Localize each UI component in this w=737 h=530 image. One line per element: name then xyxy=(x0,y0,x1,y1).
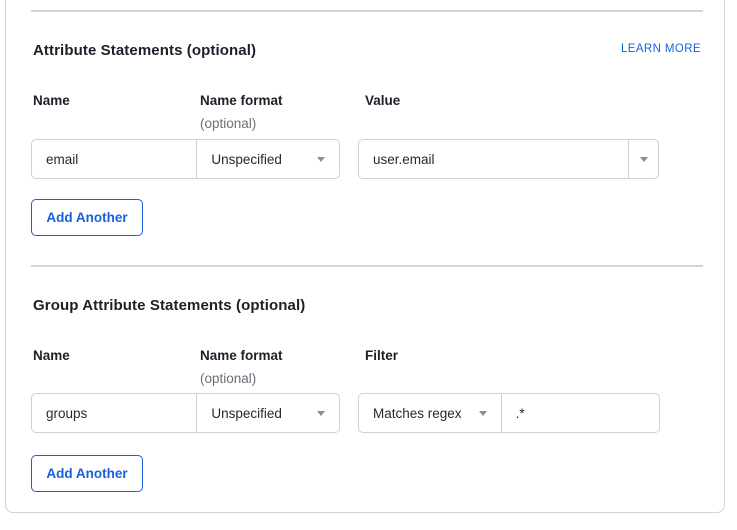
group-attribute-row-filter-group: Matches regex xyxy=(358,393,660,433)
group-attribute-row-name-group: Unspecified xyxy=(31,393,340,433)
column-label-name-format: Name format xyxy=(200,93,283,108)
attribute-name-cell xyxy=(32,140,196,178)
column-note-optional: (optional) xyxy=(200,371,256,386)
column-label-name-format: Name format xyxy=(200,348,283,363)
attribute-value-input[interactable] xyxy=(359,140,628,178)
add-another-attribute-button[interactable]: Add Another xyxy=(31,199,143,236)
attribute-row-value-group xyxy=(358,139,659,179)
attribute-statements-title: Attribute Statements (optional) xyxy=(33,42,256,59)
form-card xyxy=(5,0,725,513)
attribute-name-format-value: Unspecified xyxy=(211,152,282,167)
attribute-name-input[interactable] xyxy=(32,140,196,178)
add-another-group-attribute-button[interactable]: Add Another xyxy=(31,455,143,492)
chevron-down-icon xyxy=(479,411,487,416)
group-attribute-statements-title: Group Attribute Statements (optional) xyxy=(33,297,305,314)
attribute-value-dropdown-toggle[interactable] xyxy=(628,140,658,178)
group-attribute-filter-value-cell xyxy=(501,394,659,432)
chevron-down-icon xyxy=(640,157,648,162)
section-divider-middle xyxy=(31,265,703,267)
group-attribute-name-format-select[interactable]: Unspecified xyxy=(196,394,339,432)
group-attribute-filter-value: Matches regex xyxy=(373,406,462,421)
group-attribute-name-input[interactable] xyxy=(32,394,196,432)
attribute-row-name-group: Unspecified xyxy=(31,139,340,179)
chevron-down-icon xyxy=(317,411,325,416)
learn-more-link[interactable]: LEARN MORE xyxy=(621,43,701,55)
section-divider-top xyxy=(31,10,703,12)
column-label-filter: Filter xyxy=(365,348,398,363)
column-label-name: Name xyxy=(33,348,70,363)
column-label-value: Value xyxy=(365,93,400,108)
group-attribute-filter-value-input[interactable] xyxy=(502,394,659,432)
column-note-optional: (optional) xyxy=(200,116,256,131)
chevron-down-icon xyxy=(317,157,325,162)
attribute-name-format-select[interactable]: Unspecified xyxy=(196,140,339,178)
group-attribute-name-format-value: Unspecified xyxy=(211,406,282,421)
group-attribute-name-cell xyxy=(32,394,196,432)
column-label-name: Name xyxy=(33,93,70,108)
group-attribute-filter-select[interactable]: Matches regex xyxy=(359,394,501,432)
attribute-value-cell xyxy=(359,140,628,178)
settings-panel: Attribute Statements (optional) LEARN MO… xyxy=(0,0,737,530)
